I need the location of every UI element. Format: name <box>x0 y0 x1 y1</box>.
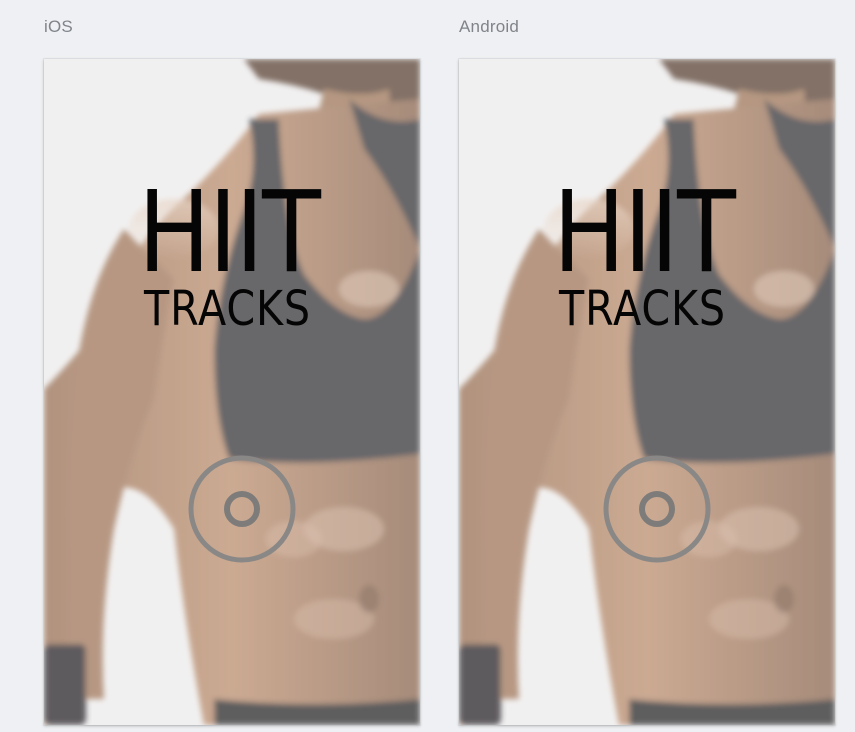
logo-title: HIIT <box>138 168 321 298</box>
athlete-background-image <box>459 59 835 725</box>
logo-subtitle: TRACKS <box>559 281 727 337</box>
android-splash-screen: HIIT TRACKS <box>459 59 835 725</box>
athlete-background-image <box>44 59 420 725</box>
ios-splash-screen: HIIT TRACKS <box>44 59 420 725</box>
logo-subtitle: TRACKS <box>144 281 312 337</box>
ios-platform-label: iOS <box>44 17 73 36</box>
android-platform-label: Android <box>459 17 519 36</box>
start-button[interactable] <box>188 455 296 563</box>
record-button-icon <box>603 455 711 563</box>
logo-title: HIIT <box>553 168 736 298</box>
record-button-icon <box>188 455 296 563</box>
start-button[interactable] <box>603 455 711 563</box>
